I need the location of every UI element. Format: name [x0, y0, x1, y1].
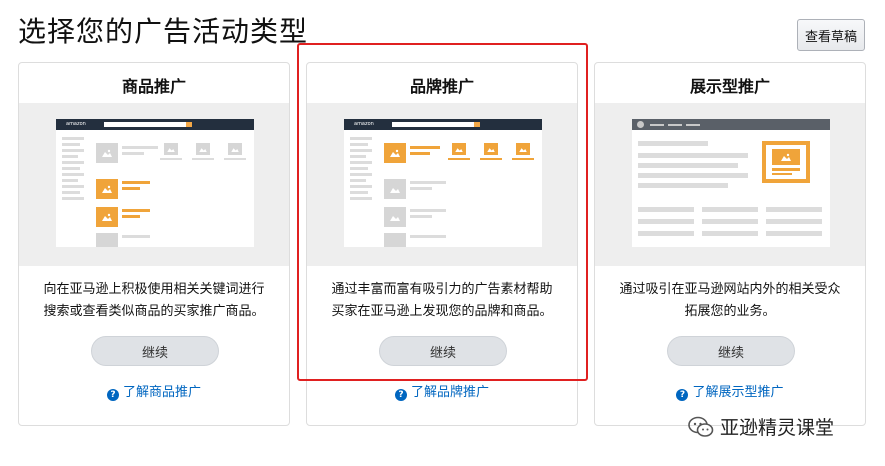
sponsored-brands-card: 品牌推广 amazon 通过丰富而富有吸引力的广告素材帮助 买家在亚马逊上发现您… [306, 62, 578, 426]
amazon-logo-mini: amazon [354, 121, 374, 127]
sponsored-products-card: 商品推广 amazon 向在亚马逊上积极使用相关关键词进行 搜索或查看类似商品的… [18, 62, 290, 426]
continue-button[interactable]: 继续 [91, 336, 219, 366]
card-description: 向在亚马逊上积极使用相关关键词进行 搜索或查看类似商品的买家推广商品。 [43, 282, 265, 319]
card-title: 商品推广 [121, 77, 186, 96]
card-description: 通过吸引在亚马逊网站内外的相关受众 拓展您的业务。 [619, 282, 841, 319]
learn-sponsored-brands-link[interactable]: ? 了解品牌推广 [307, 381, 577, 401]
sponsored-brands-illustration: amazon [307, 103, 577, 266]
view-drafts-button[interactable]: 查看草稿 [797, 19, 865, 51]
amazon-logo-mini: amazon [66, 121, 86, 127]
help-icon: ? [106, 389, 119, 401]
page-title: 选择您的广告活动类型 [18, 15, 309, 48]
watermark: 亚逊精灵课堂 [688, 413, 834, 440]
continue-button[interactable]: 继续 [667, 336, 795, 366]
card-description: 通过丰富而富有吸引力的广告素材帮助 买家在亚马逊上发现您的品牌和商品。 [331, 282, 553, 319]
card-title: 品牌推广 [409, 77, 474, 96]
sponsored-display-illustration [595, 103, 865, 266]
continue-button[interactable]: 继续 [379, 336, 507, 366]
wechat-icon [688, 416, 714, 437]
learn-sponsored-display-link[interactable]: ? 了解展示型推广 [595, 381, 865, 401]
help-icon: ? [394, 389, 407, 401]
card-title: 展示型推广 [689, 77, 770, 96]
sponsored-products-illustration: amazon [19, 103, 289, 266]
learn-sponsored-products-link[interactable]: ? 了解商品推广 [19, 381, 289, 401]
help-icon: ? [676, 389, 689, 401]
sponsored-display-card: 展示型推广 通过吸引在亚马逊网站内外的相关受众 拓展您的业务。 继续 ? 了解展… [594, 62, 866, 426]
